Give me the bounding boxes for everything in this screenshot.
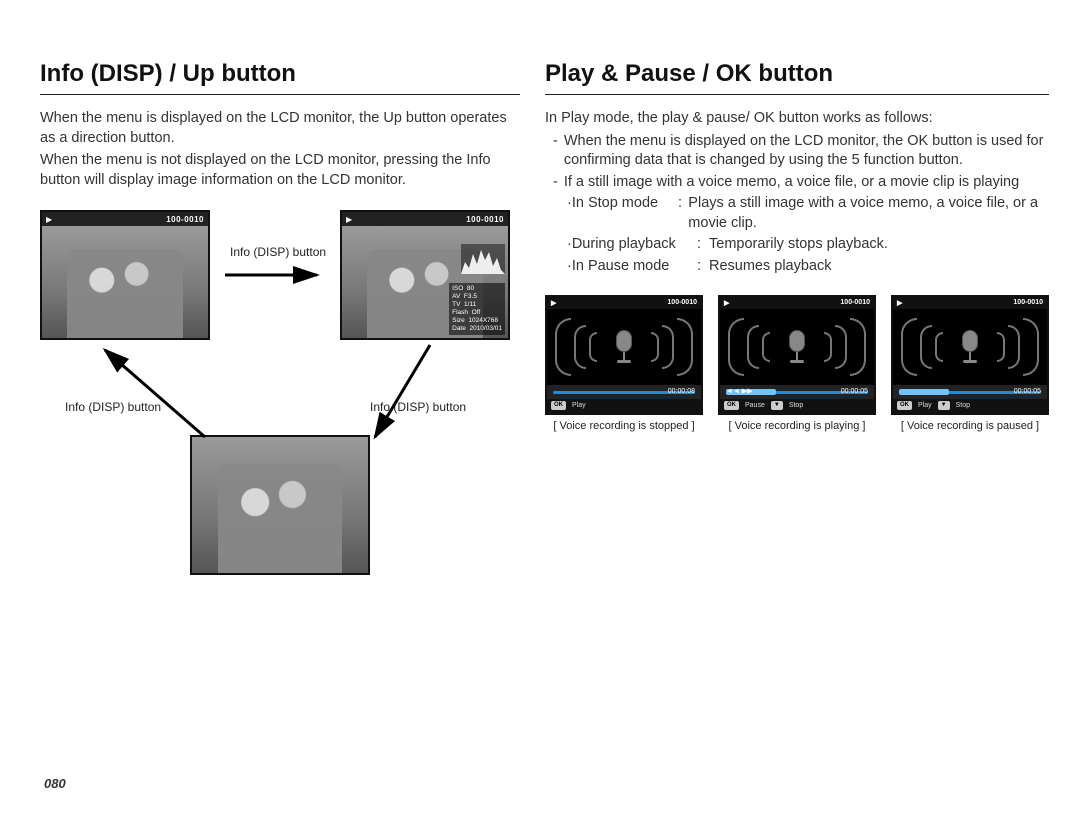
down-key-icon: ▼ bbox=[771, 401, 783, 410]
mode-playback: ·During playback:Temporarily stops playb… bbox=[567, 235, 1049, 255]
voice-caption-playing: [ Voice recording is playing ] bbox=[718, 420, 876, 432]
ok-key-icon: OK bbox=[897, 401, 912, 410]
left-rule bbox=[40, 94, 520, 95]
voice-caption-stopped: [ Voice recording is stopped ] bbox=[545, 420, 703, 432]
ok-key-icon: OK bbox=[724, 401, 739, 410]
lcd-full-info: ▶ 100-0010 ISO 80 AV F3.5 TV 1/11 Flash … bbox=[340, 210, 510, 340]
voice-screens-row: ▶100-0010 00:00:08 OK Play [ Voice recor… bbox=[545, 295, 1049, 432]
right-intro: In Play mode, the play & pause/ OK butto… bbox=[545, 109, 1049, 129]
right-rule bbox=[545, 94, 1049, 95]
microphone-icon bbox=[613, 330, 635, 364]
histogram-icon bbox=[461, 244, 505, 274]
play-mode-icon: ▶ bbox=[46, 215, 52, 224]
image-info-overlay: ISO 80 AV F3.5 TV 1/11 Flash Off Size 10… bbox=[449, 283, 505, 336]
page-number: 080 bbox=[44, 776, 66, 791]
mode-pause: ·In Pause mode:Resumes playback bbox=[567, 257, 1049, 277]
lcd-basic-info: ▶ 100-0010 bbox=[40, 210, 210, 340]
left-para-2: When the menu is not displayed on the LC… bbox=[40, 151, 520, 190]
voice-screen-playing: ▶100-0010 ◄◄ ▶▶ 00:00:05 OK Pause ▼ Stop bbox=[718, 295, 876, 415]
microphone-icon bbox=[786, 330, 808, 364]
lcd-no-info bbox=[190, 435, 370, 575]
microphone-icon bbox=[959, 330, 981, 364]
play-mode-icon: ▶ bbox=[724, 299, 729, 307]
dash-item-1: -When the menu is displayed on the LCD m… bbox=[553, 132, 1049, 171]
play-mode-icon: ▶ bbox=[897, 299, 902, 307]
right-column: Play & Pause / OK button In Play mode, t… bbox=[545, 60, 1049, 590]
mode-stop: ·In Stop mode:Plays a still image with a… bbox=[567, 194, 1049, 233]
left-column: Info (DISP) / Up button When the menu is… bbox=[40, 60, 520, 590]
down-key-icon: ▼ bbox=[938, 401, 950, 410]
disp-cycle-diagram: ▶ 100-0010 ▶ 100-0010 ISO 80 AV F3.5 TV … bbox=[40, 210, 520, 590]
voice-caption-paused: [ Voice recording is paused ] bbox=[891, 420, 1049, 432]
voice-screen-paused: ▶100-0010 00:00:05 OK Play ▼ Stop bbox=[891, 295, 1049, 415]
right-heading: Play & Pause / OK button bbox=[545, 60, 1049, 88]
play-mode-icon: ▶ bbox=[551, 299, 556, 307]
arrow-icon bbox=[225, 265, 325, 290]
left-heading: Info (DISP) / Up button bbox=[40, 60, 520, 88]
left-para-1: When the menu is displayed on the LCD mo… bbox=[40, 109, 520, 148]
ok-key-icon: OK bbox=[551, 401, 566, 410]
voice-screen-stopped: ▶100-0010 00:00:08 OK Play bbox=[545, 295, 703, 415]
arrow-icon bbox=[95, 345, 225, 450]
play-mode-icon: ▶ bbox=[346, 215, 352, 224]
dash-item-2: -If a still image with a voice memo, a v… bbox=[553, 173, 1049, 193]
file-counter: 100-0010 bbox=[466, 215, 504, 224]
arrow-icon bbox=[370, 345, 470, 450]
file-counter: 100-0010 bbox=[166, 215, 204, 224]
arrow-label-top: Info (DISP) button bbox=[230, 245, 326, 259]
